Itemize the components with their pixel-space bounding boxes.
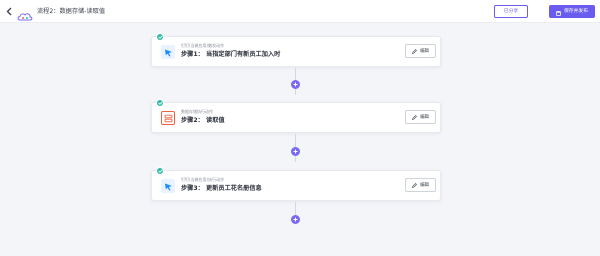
step-subtitle: 数据存储执行动作	[181, 109, 213, 114]
dingtalk-icon	[161, 179, 175, 193]
edit-button[interactable]: 编辑	[405, 178, 436, 192]
arrow-down-icon	[293, 94, 298, 109]
save-publish-button[interactable]: 保存并发布	[549, 5, 595, 18]
top-bar: 流程2：数据存储-读取值 已分享 保存并发布	[0, 0, 600, 23]
step-title: 步骤1： 当指定部门有新员工加入时	[181, 51, 281, 58]
edit-button[interactable]: 编辑	[405, 44, 436, 58]
check-icon	[156, 167, 164, 175]
pencil-icon	[412, 114, 418, 120]
check-icon	[156, 99, 164, 107]
check-icon	[156, 33, 164, 41]
add-step-button[interactable]	[291, 215, 300, 224]
save-publish-label: 保存并发布	[564, 9, 588, 14]
step-card-3[interactable]: 钉钉(当做应用)执行动作 步骤3： 更新员工花名册信息 编辑	[151, 167, 441, 201]
save-icon	[556, 9, 561, 16]
back-arrow-icon[interactable]	[4, 6, 14, 17]
edit-label: 编辑	[420, 115, 429, 120]
data-storage-icon	[161, 111, 175, 125]
step-title: 步骤3： 更新员工花名册信息	[181, 185, 262, 192]
share-button[interactable]: 已分享	[494, 5, 528, 18]
add-step-button[interactable]	[291, 147, 300, 156]
connector-line	[295, 202, 296, 216]
connector-line	[295, 134, 296, 148]
edit-button[interactable]: 编辑	[405, 110, 436, 124]
step-card-1[interactable]: 钉钉(当做应用)触发动作 步骤1： 当指定部门有新员工加入时 编辑	[151, 33, 441, 67]
step-subtitle: 钉钉(当做应用)执行动作	[181, 177, 225, 182]
step-subtitle: 钉钉(当做应用)触发动作	[181, 43, 225, 48]
plus-icon	[293, 149, 298, 154]
arrow-down-icon	[293, 161, 298, 176]
add-step-button[interactable]	[291, 80, 300, 89]
app-logo-icon	[17, 7, 33, 21]
step-card-2[interactable]: 数据存储执行动作 步骤2： 读取值 编辑	[151, 99, 441, 133]
step-title: 步骤2： 读取值	[181, 117, 225, 124]
page-title: 流程2：数据存储-读取值	[37, 8, 106, 15]
pencil-icon	[412, 182, 418, 188]
plus-icon	[293, 82, 298, 87]
dingtalk-icon	[161, 45, 175, 59]
plus-icon	[293, 217, 298, 222]
edit-label: 编辑	[420, 183, 429, 188]
edit-label: 编辑	[420, 49, 429, 54]
pencil-icon	[412, 48, 418, 54]
